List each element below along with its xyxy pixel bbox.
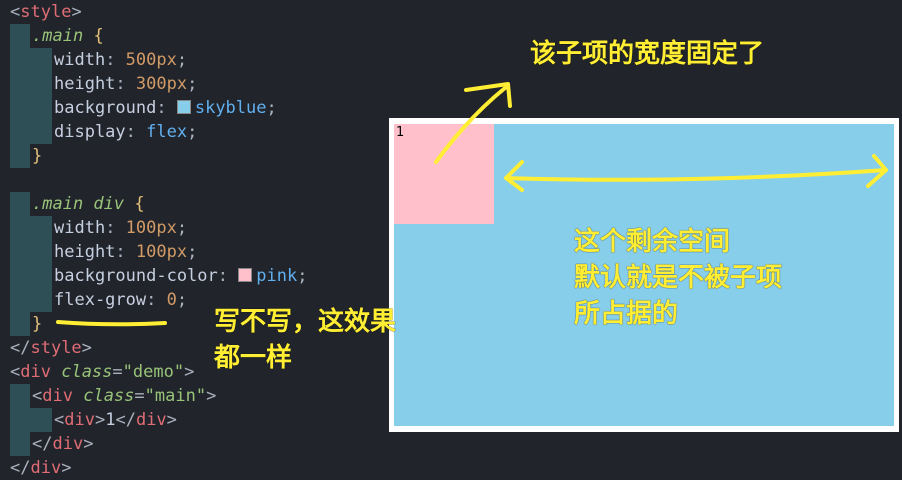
annotation-remaining-space: 这个剩余空间 默认就是不被子项 所占据的 <box>574 227 783 329</box>
pointer-arrow-stroke <box>434 86 507 164</box>
annotation-fixed-width: 该子项的宽度固定了 <box>530 39 765 69</box>
annotation-same-effect: 写不写，这效果 都一样 <box>214 307 397 373</box>
underline-stroke <box>56 320 167 327</box>
left-arrow-head <box>504 160 524 192</box>
double-arrow-stroke <box>504 168 888 182</box>
